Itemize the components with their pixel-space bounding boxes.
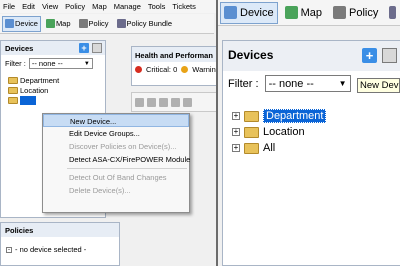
warning-icon	[181, 66, 189, 73]
health-panel: Health and Performan Critical: 0 Warnin	[131, 46, 220, 86]
refresh-icon[interactable]	[135, 97, 144, 107]
devices-panel-title: Devices +	[1, 41, 105, 55]
menu-edit[interactable]: Edit	[22, 2, 35, 11]
copy-icon[interactable]	[147, 97, 156, 107]
zoom-devices-title: Devices +	[223, 41, 400, 71]
policy-bundle-icon	[389, 6, 396, 19]
alert-icon[interactable]	[171, 97, 180, 107]
menu-item-detect-oob-changes[interactable]: Detect Out Of Band Changes	[43, 171, 189, 184]
zoom-tree-item-all[interactable]: + All	[232, 140, 400, 156]
zoom-devices-panel: Devices + Filter : -- none -- ▼ + Depart…	[222, 40, 400, 266]
policy-icon	[333, 6, 347, 19]
critical-icon	[135, 66, 142, 73]
menu-policy[interactable]: Policy	[65, 2, 85, 11]
filter-select[interactable]: -- none -- ▼	[28, 58, 93, 69]
device-view-button[interactable]: Device	[2, 15, 41, 32]
menu-map[interactable]: Map	[92, 2, 107, 11]
policies-panel-title: Policies	[1, 223, 119, 237]
menu-view[interactable]: View	[42, 2, 58, 11]
map-icon	[45, 19, 55, 28]
delete-device-icon[interactable]	[92, 43, 102, 53]
expand-icon[interactable]: +	[232, 112, 240, 120]
policy-bundle-icon	[116, 19, 126, 28]
zoom-filter-label: Filter :	[228, 77, 259, 90]
zoom-policy-bundle-view-button[interactable]	[385, 2, 400, 24]
expand-icon[interactable]: +	[232, 128, 240, 136]
zoom-policy-view-button[interactable]: Policy	[329, 2, 382, 24]
policies-status: - - no device selected -	[6, 245, 87, 254]
menu-tools[interactable]: Tools	[148, 2, 166, 11]
zoom-tree-item-location[interactable]: + Location	[232, 124, 400, 140]
zoom-toolbar: Device Map Policy	[218, 0, 400, 26]
device-toolbar	[131, 92, 220, 112]
policy-icon	[78, 19, 88, 28]
menu-item-new-device[interactable]: New Device...	[43, 114, 189, 127]
expander-icon[interactable]: -	[6, 246, 12, 253]
filter-row: Filter : -- none -- ▼	[1, 55, 105, 72]
menu-tickets[interactable]: Tickets	[172, 2, 195, 11]
zoom-tree-item-department[interactable]: + Department	[232, 108, 400, 124]
menu-item-edit-device-groups[interactable]: Edit Device Groups...	[43, 127, 189, 140]
zoom-inset: Device Map Policy Devices + Filter : -- …	[216, 0, 400, 266]
expand-icon[interactable]: +	[232, 144, 240, 152]
tree-item-department[interactable]: Department	[8, 75, 105, 85]
menu-file[interactable]: File	[3, 2, 15, 11]
device-icon	[5, 19, 14, 28]
new-device-tooltip: New Device	[357, 78, 400, 93]
chevron-down-icon: ▼	[338, 79, 347, 88]
zoom-filter-select[interactable]: -- none -- ▼	[264, 75, 351, 92]
tree-item-all-selected[interactable]	[8, 95, 105, 105]
chevron-down-icon: ▼	[83, 60, 90, 67]
device-tree: Department Location	[1, 72, 105, 105]
add-device-icon[interactable]: +	[362, 48, 377, 63]
menubar: File Edit View Policy Map Manage Tools T…	[0, 0, 220, 13]
policies-panel: Policies - - no device selected -	[0, 222, 120, 266]
map-view-button[interactable]: Map	[43, 16, 74, 32]
zoom-device-view-button[interactable]: Device	[220, 1, 278, 24]
add-device-icon[interactable]: +	[79, 43, 89, 53]
map-icon	[284, 6, 298, 19]
menu-separator	[67, 168, 187, 169]
folder-icon	[8, 76, 18, 84]
folder-icon	[8, 86, 18, 94]
menu-item-detect-asa-cx[interactable]: Detect ASA-CX/FirePOWER Module	[43, 153, 190, 166]
view-icon[interactable]	[183, 97, 192, 107]
folder-icon	[244, 142, 259, 154]
filter-label: Filter :	[5, 59, 26, 68]
menu-manage[interactable]: Manage	[114, 2, 141, 11]
folder-icon	[244, 110, 259, 122]
policy-bundle-view-button[interactable]: Policy Bundle	[114, 16, 175, 32]
policy-view-button[interactable]: Policy	[76, 16, 112, 32]
main-toolbar: Device Map Policy Policy Bundle	[0, 14, 214, 34]
folder-icon	[8, 96, 18, 104]
folder-icon	[244, 126, 259, 138]
clear-icon[interactable]	[159, 97, 168, 107]
delete-device-icon[interactable]	[382, 48, 397, 63]
menu-item-discover-policies[interactable]: Discover Policies on Device(s)...	[43, 140, 189, 153]
health-status-row: Critical: 0 Warnin	[132, 62, 219, 77]
menu-item-delete-devices[interactable]: Delete Device(s)...	[43, 184, 189, 197]
tree-item-location[interactable]: Location	[8, 85, 105, 95]
health-panel-title: Health and Performan	[132, 47, 219, 62]
device-icon	[224, 6, 237, 19]
zoom-device-tree: + Department + Location + All	[223, 96, 400, 156]
context-menu: New Device... Edit Device Groups... Disc…	[42, 113, 190, 213]
selection-highlight	[20, 95, 36, 105]
zoom-map-view-button[interactable]: Map	[281, 2, 326, 24]
